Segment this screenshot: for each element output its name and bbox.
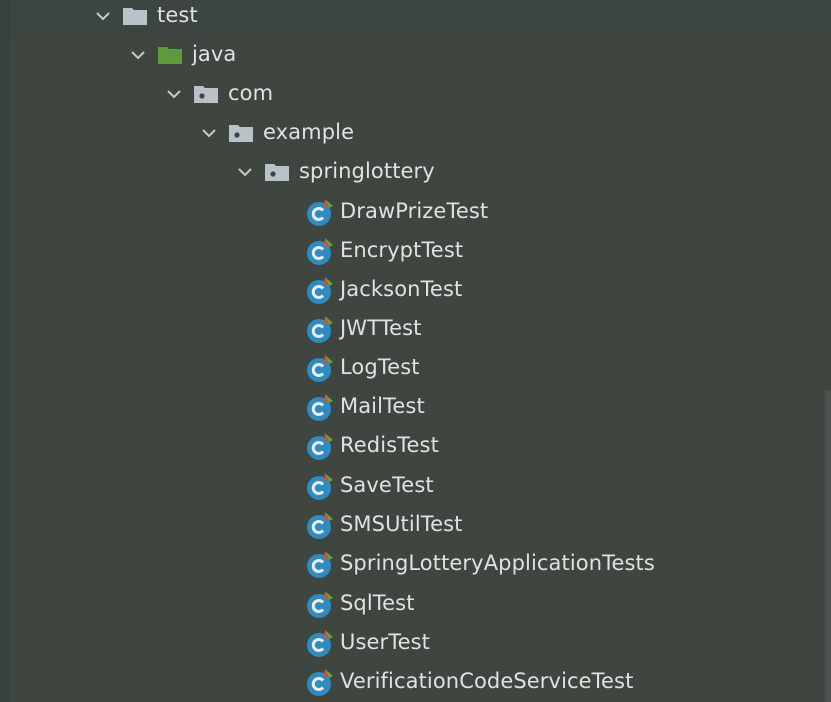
tree-node-test[interactable]: test [0, 0, 831, 35]
tree-file-savetest[interactable]: SaveTest [0, 466, 831, 505]
folder-icon [122, 6, 148, 26]
tree-file-jwttest[interactable]: JWTTest [0, 309, 831, 348]
package-icon [228, 123, 254, 143]
test-class-icon [305, 431, 335, 461]
tree-file-mailtest[interactable]: MailTest [0, 387, 831, 426]
tree-node-label: springlottery [299, 159, 435, 183]
tree-file-label: RedisTest [340, 433, 439, 457]
tree-node-label: com [228, 81, 274, 105]
test-class-icon [305, 392, 335, 422]
chevron-down-icon[interactable] [198, 122, 220, 144]
chevron-down-icon[interactable] [92, 5, 114, 27]
tree-file-jacksontest[interactable]: JacksonTest [0, 270, 831, 309]
tree-node-java[interactable]: java [0, 35, 831, 74]
package-icon [193, 84, 219, 104]
test-sources-folder-icon [157, 45, 183, 65]
tree-file-label: LogTest [340, 355, 420, 379]
test-class-icon [305, 510, 335, 540]
tree-file-sqltest[interactable]: SqlTest [0, 584, 831, 623]
chevron-down-icon[interactable] [234, 161, 256, 183]
project-tree: test java com example springlottery Draw… [0, 0, 831, 702]
tree-file-springlotteryapplicationtests[interactable]: SpringLotteryApplicationTests [0, 544, 831, 583]
tree-node-label: java [192, 42, 237, 66]
test-class-icon [305, 628, 335, 658]
tree-node-springlottery[interactable]: springlottery [0, 152, 831, 191]
tree-file-label: MailTest [340, 394, 425, 418]
tree-file-label: SMSUtilTest [340, 512, 463, 536]
tree-file-logtest[interactable]: LogTest [0, 348, 831, 387]
tree-file-usertest[interactable]: UserTest [0, 623, 831, 662]
test-class-icon [305, 197, 335, 227]
tree-file-drawprizetest[interactable]: DrawPrizeTest [0, 192, 831, 231]
test-class-icon [305, 236, 335, 266]
tree-file-verificationcodeservicetest[interactable]: VerificationCodeServiceTest [0, 662, 831, 701]
tree-node-label: example [263, 120, 355, 144]
test-class-icon [305, 549, 335, 579]
test-class-icon [305, 275, 335, 305]
tree-file-label: UserTest [340, 630, 431, 654]
test-class-icon [305, 353, 335, 383]
test-class-icon [305, 667, 335, 697]
tree-file-label: EncryptTest [340, 238, 464, 262]
tree-file-label: SpringLotteryApplicationTests [340, 551, 655, 575]
tree-file-encrypttest[interactable]: EncryptTest [0, 231, 831, 270]
chevron-down-icon[interactable] [127, 44, 149, 66]
tree-file-label: SqlTest [340, 591, 415, 615]
tree-file-label: SaveTest [340, 473, 434, 497]
tree-file-label: DrawPrizeTest [340, 199, 489, 223]
tree-file-label: JacksonTest [340, 277, 463, 301]
tree-file-smsutiltest[interactable]: SMSUtilTest [0, 505, 831, 544]
test-class-icon [305, 471, 335, 501]
test-class-icon [305, 314, 335, 344]
test-class-icon [305, 589, 335, 619]
package-icon [264, 162, 290, 182]
chevron-down-icon[interactable] [163, 83, 185, 105]
tree-file-redistest[interactable]: RedisTest [0, 426, 831, 465]
tree-node-label: test [157, 3, 198, 27]
tree-node-example[interactable]: example [0, 113, 831, 152]
tree-node-com[interactable]: com [0, 74, 831, 113]
tree-file-label: VerificationCodeServiceTest [340, 669, 634, 693]
tree-file-label: JWTTest [340, 316, 422, 340]
